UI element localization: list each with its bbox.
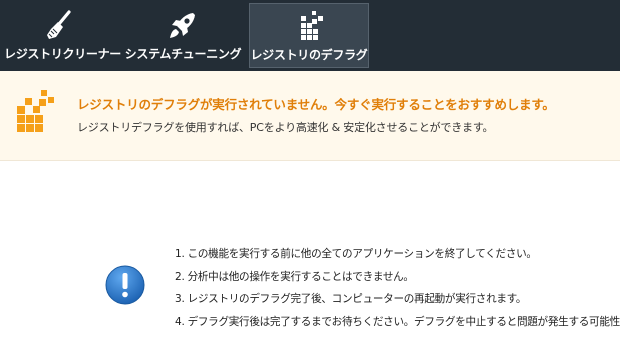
list-item: 3. レジストリのデフラグ完了後、コンピューターの再起動が実行されます。 (175, 293, 527, 305)
info-exclamation-icon (105, 265, 145, 305)
tab-registry-cleaner[interactable]: レジストリクリーナー (4, 3, 122, 68)
list-item: 2. 分析中は他の操作を実行することはできません。 (175, 270, 414, 283)
tab-registry-cleaner-label: レジストリクリーナー (4, 47, 122, 61)
defrag-blocks-icon (17, 90, 54, 132)
tab-registry-defrag[interactable]: レジストリのデフラグ (249, 3, 369, 68)
rocket-icon (170, 13, 195, 38)
tab-system-tuning-label: システムチューニング (124, 47, 242, 61)
tab-registry-defrag-label: レジストリのデフラグ (250, 48, 368, 62)
defrag-instructions-list: 1. この機能を実行する前に他の全てのアプリケーションを終了してください。 2.… (175, 246, 620, 336)
tab-system-tuning[interactable]: システムチューニング (122, 3, 244, 68)
main-toolbar: レジストリクリーナー システムチューニング レジストリのデフラグ (0, 0, 620, 71)
list-item: 1. この機能を実行する前に他の全てのアプリケーションを終了してください。 (175, 248, 537, 260)
broom-icon (47, 10, 71, 39)
defrag-window: レジストリクリーナー システムチューニング レジストリのデフラグ レジストリのデ… (0, 0, 620, 359)
defrag-blocks-icon (301, 11, 323, 40)
banner-title: レジストリのデフラグが実行されていません。今すぐ実行することをおすすめします。 (77, 97, 555, 112)
banner-description: レジストリデフラグを使用すれば、PCをより高速化 & 安定化させることができます… (77, 121, 494, 134)
list-item: 4. デフラグ実行後は完了するまでお待ちください。デフラグを中止すると問題が発生… (175, 315, 620, 328)
defrag-status-banner: レジストリのデフラグが実行されていません。今すぐ実行することをおすすめします。 … (0, 71, 620, 161)
